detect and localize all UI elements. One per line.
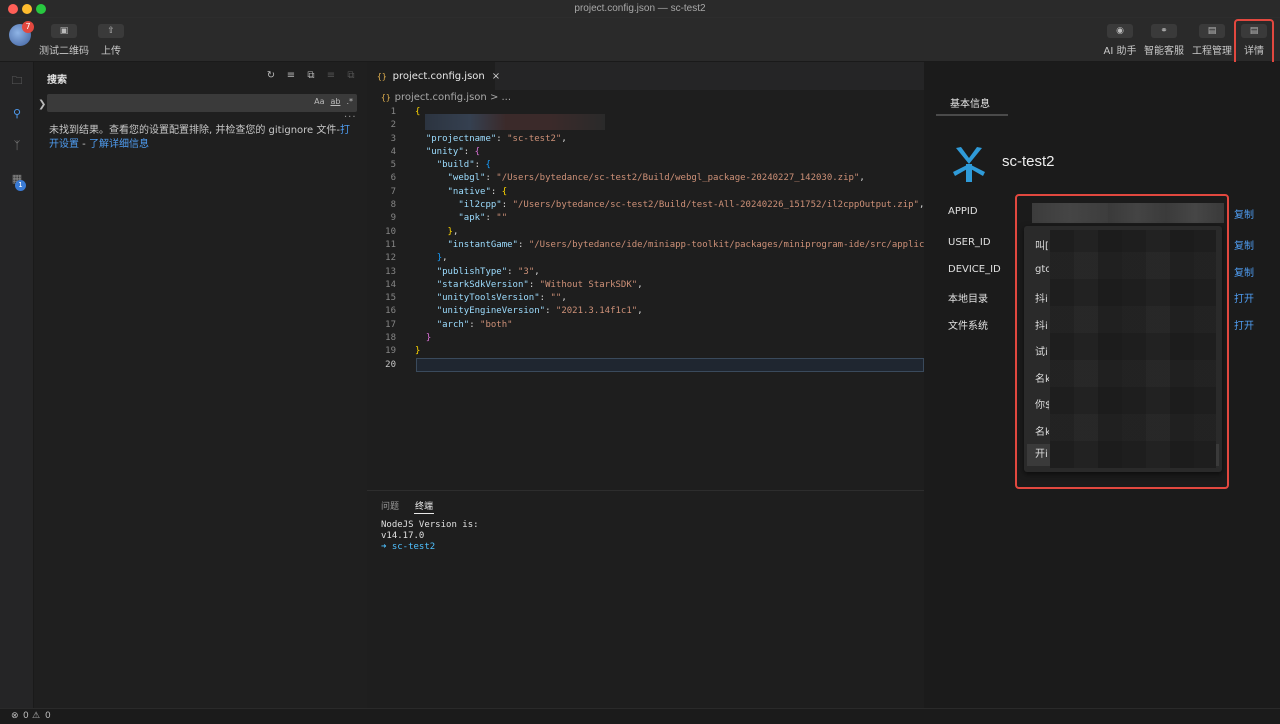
warning-icon[interactable]: ⚠ [32,711,40,721]
clear-results-icon[interactable]: ≡ [285,70,297,81]
cloud-upload-icon: ⇧ [98,24,124,38]
search-input[interactable] [47,94,287,112]
use-regex-icon[interactable]: .* [346,97,353,106]
match-case-icon[interactable]: Aa [314,97,324,106]
robot-icon: ◉ [1107,24,1133,38]
window-title: project.config.json — sc-test2 [574,3,706,14]
explorer-icon[interactable]: 🗀 [10,74,24,88]
view-as-tree-icon[interactable]: ≡ [325,70,337,81]
tab-basic-info[interactable]: 基本信息 [950,95,990,110]
sidebar-title: 搜索 [47,75,67,86]
breadcrumb[interactable]: {} project.config.json > ... [381,92,511,103]
source-control-icon[interactable]: ᛉ [10,139,24,153]
search-sidebar: 搜索 ↻ ≡ ⧉ ≡ ⧉ ❯ Aa ab .* ··· 未找到结果。查看您的设置… [34,62,367,708]
search-box: Aa ab .* [47,94,357,112]
no-results-message: 未找到结果。查看您的设置配置排除, 并检查您的 gitignore 文件-打开设… [49,125,350,150]
device-id-label: DEVICE_ID [948,264,1001,275]
status-bar: ⊗ 0 ⚠ 0 [0,708,1280,724]
upload-button[interactable]: ⇧ 上传 [81,24,141,57]
code-area[interactable]: 1{ 2 3 "projectname": "sc-test2", 4 "uni… [367,106,930,372]
sidebar-actions: ↻ ≡ ⧉ ≡ ⧉ [265,70,357,81]
match-whole-word-icon[interactable]: ab [330,97,340,106]
error-count[interactable]: 0 [23,711,29,721]
active-tab-underline [414,513,434,514]
refresh-icon[interactable]: ↻ [265,70,277,81]
copy-user-id-link[interactable]: 复制 [1234,237,1254,252]
toggle-replace-chevron-icon[interactable]: ❯ [38,99,46,110]
tab-project-config-json[interactable]: {} project.config.json × [367,62,500,90]
local-directory-label: 本地目录 [948,294,988,305]
close-tab-icon[interactable]: × [492,71,500,82]
tab-problems[interactable]: 问题 [381,499,399,512]
open-file-system-link[interactable]: 打开 [1234,317,1254,332]
active-tab-underline [936,114,1008,116]
headset-icon: ⚭ [1151,24,1177,38]
appid-label: APPID [948,206,978,217]
json-file-icon: {} [381,93,391,102]
editor-tabbar: {} project.config.json × [367,62,924,90]
learn-more-link[interactable]: 了解详细信息 [89,139,149,150]
top-toolbar: 7 ▣ 测试二维码 ⇧ 上传 ◉ AI 助手 ⚭ 智能客服 ▤ 工程管理 ▤ 详… [0,18,1280,62]
extensions-badge: 1 [15,180,26,191]
collapse-all-icon[interactable]: ⧉ [345,70,357,81]
warning-count[interactable]: 0 [45,711,51,721]
error-icon[interactable]: ⊗ [11,711,19,721]
bottom-panel: 问题 终端 NodeJS Version is: v14.17.0 ➜ sc-t… [367,490,924,708]
user-id-label: USER_ID [948,237,991,248]
activity-bar: 🗀 ⚲ ᛉ ▦ 1 [0,62,34,708]
details-highlight-frame [1234,19,1274,67]
qrcode-icon: ▣ [51,24,77,38]
dropdown-highlight-frame [1015,194,1229,489]
terminal-output[interactable]: NodeJS Version is: v14.17.0 ➜ sc-test2 [381,520,479,553]
code-editor: {} project.config.json × {} project.confi… [367,62,930,490]
copy-device-id-link[interactable]: 复制 [1234,264,1254,279]
copy-appid-link[interactable]: 复制 [1234,206,1254,221]
project-logo-icon [953,147,985,182]
file-system-label: 文件系统 [948,321,988,332]
json-file-icon: {} [377,71,387,81]
more-options-icon[interactable]: ··· [344,112,357,123]
project-name: sc-test2 [1002,153,1055,170]
clipboard-icon: ▤ [1199,24,1225,38]
tab-terminal[interactable]: 终端 [415,499,433,512]
open-local-directory-link[interactable]: 打开 [1234,290,1254,305]
search-icon[interactable]: ⚲ [10,107,24,121]
title-bar: project.config.json — sc-test2 [0,0,1280,18]
prompt-arrow-icon: ➜ [381,542,387,552]
new-search-editor-icon[interactable]: ⧉ [305,70,317,81]
notification-badge: 7 [22,21,34,33]
